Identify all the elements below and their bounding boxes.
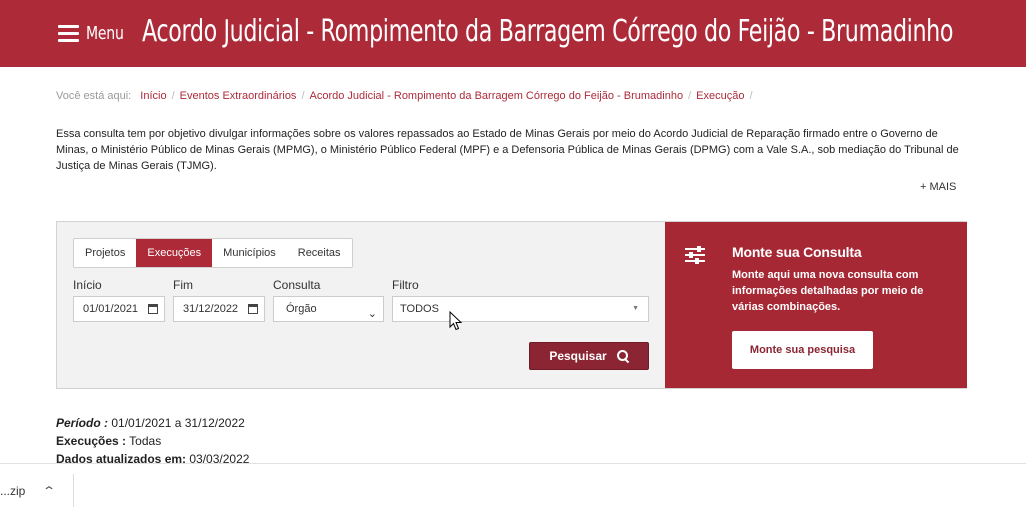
query-form: Projetos Execuções Municípios Receitas I… bbox=[57, 222, 665, 388]
breadcrumb-prefix: Você está aqui: bbox=[56, 90, 132, 102]
calendar-icon bbox=[248, 304, 258, 314]
inicio-date-value: 01/01/2021 bbox=[83, 303, 139, 315]
breadcrumb-separator: / bbox=[301, 90, 305, 102]
breadcrumb-item-execucao[interactable]: Execução bbox=[696, 90, 744, 102]
custom-query-description: Monte aqui uma nova consulta com informa… bbox=[732, 269, 924, 313]
periodo-value: 01/01/2021 a 31/12/2022 bbox=[111, 416, 245, 430]
custom-query-title: Monte sua Consulta bbox=[732, 244, 862, 260]
divider bbox=[73, 474, 74, 507]
periodo-line: Período : 01/01/2021 a 31/12/2022 bbox=[56, 414, 249, 432]
query-tabs: Projetos Execuções Municípios Receitas bbox=[73, 238, 353, 268]
consulta-label: Consulta bbox=[273, 278, 321, 292]
download-bar: ...zip ⌃ bbox=[0, 463, 1026, 507]
dropdown-arrow-icon: ▼ bbox=[632, 305, 639, 312]
breadcrumb-separator: / bbox=[171, 90, 175, 102]
breadcrumb-separator: / bbox=[688, 90, 692, 102]
chevron-up-icon[interactable]: ⌃ bbox=[42, 484, 56, 498]
results-info: Período : 01/01/2021 a 31/12/2022 Execuç… bbox=[56, 414, 249, 468]
chevron-down-icon: ⌄ bbox=[367, 308, 377, 320]
tab-projetos[interactable]: Projetos bbox=[74, 239, 136, 267]
tab-execucoes[interactable]: Execuções bbox=[136, 239, 213, 267]
intro-text: Essa consulta tem por objetivo divulgar … bbox=[56, 128, 959, 172]
periodo-label: Período : bbox=[56, 416, 109, 430]
fim-date-value: 31/12/2022 bbox=[183, 303, 239, 315]
hamburger-icon bbox=[58, 25, 79, 42]
consulta-value: Órgão bbox=[286, 303, 317, 315]
execucoes-line: Execuções : Todas bbox=[56, 432, 249, 450]
consulta-select[interactable]: Órgão ⌄ bbox=[273, 296, 384, 322]
search-button[interactable]: Pesquisar bbox=[529, 342, 649, 370]
fim-label: Fim bbox=[173, 278, 193, 292]
tab-receitas[interactable]: Receitas bbox=[287, 239, 352, 267]
filtro-select[interactable]: TODOS ▼ bbox=[392, 296, 649, 322]
inicio-label: Início bbox=[73, 278, 102, 292]
filtro-value: TODOS bbox=[400, 303, 439, 315]
tab-municipios[interactable]: Municípios bbox=[212, 239, 287, 267]
execucoes-value: Todas bbox=[129, 434, 162, 448]
top-header: Menu Acordo Judicial - Rompimento da Bar… bbox=[0, 0, 1026, 67]
search-button-label: Pesquisar bbox=[549, 349, 607, 363]
inicio-date-field[interactable]: 01/01/2021 bbox=[73, 296, 165, 322]
download-file-name[interactable]: ...zip bbox=[0, 484, 25, 498]
breadcrumb-separator: / bbox=[749, 90, 753, 102]
breadcrumb-item-eventos[interactable]: Eventos Extraordinários bbox=[180, 90, 297, 102]
breadcrumb-item-inicio[interactable]: Início bbox=[140, 90, 166, 102]
breadcrumb-item-acordo[interactable]: Acordo Judicial - Rompimento da Barragem… bbox=[310, 90, 684, 102]
search-icon bbox=[616, 350, 629, 362]
fim-date-field[interactable]: 31/12/2022 bbox=[173, 296, 265, 322]
sliders-icon bbox=[685, 246, 705, 264]
query-panel: Projetos Execuções Municípios Receitas I… bbox=[56, 221, 967, 389]
page-title: Acordo Judicial - Rompimento da Barragem… bbox=[142, 14, 954, 49]
menu-button[interactable]: Menu bbox=[58, 23, 134, 44]
menu-label: Menu bbox=[86, 23, 124, 44]
custom-query-panel: Monte sua Consulta Monte aqui uma nova c… bbox=[665, 222, 967, 388]
filtro-label: Filtro bbox=[392, 278, 419, 292]
calendar-icon bbox=[148, 304, 158, 314]
execucoes-label: Execuções : bbox=[56, 434, 127, 448]
mouse-cursor-icon bbox=[449, 311, 463, 331]
more-link[interactable]: + MAIS bbox=[920, 181, 956, 193]
monte-pesquisa-button[interactable]: Monte sua pesquisa bbox=[732, 331, 873, 369]
breadcrumb: Você está aqui: Início / Eventos Extraordi… bbox=[56, 90, 758, 102]
